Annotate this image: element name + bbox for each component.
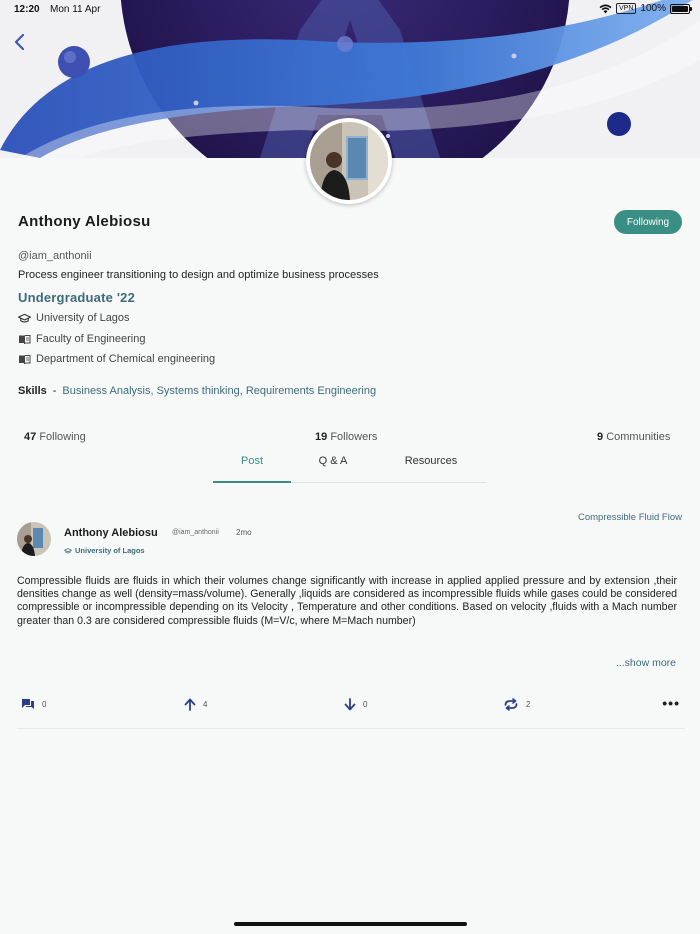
tab-post[interactable]: Post: [213, 455, 291, 483]
followers-stat[interactable]: 19 Followers: [315, 431, 377, 443]
profile-name: Anthony Alebiosu: [18, 213, 151, 230]
show-more-link[interactable]: ...show more: [616, 657, 676, 669]
university-label: University of Lagos: [36, 312, 130, 324]
profile-tabs: Post Q & A Resources: [213, 455, 487, 483]
communities-count: 9: [597, 431, 604, 443]
department-row: Department of Chemical engineering: [18, 353, 215, 365]
upvote-count: 4: [203, 700, 208, 709]
wifi-icon: [599, 4, 612, 13]
repost-icon: [504, 698, 518, 711]
skills-label: Skills: [18, 385, 47, 397]
post-divider: [17, 728, 685, 729]
post-author-name[interactable]: Anthony Alebiosu: [64, 527, 158, 539]
status-bar: 12:20 Mon 11 Apr VPN 100%: [0, 0, 700, 20]
arrow-down-icon: [344, 698, 356, 711]
profile-bio: Process engineer transitioning to design…: [18, 269, 379, 281]
back-button[interactable]: [10, 30, 32, 54]
more-options-button[interactable]: •••: [662, 696, 680, 710]
comment-icon: [22, 699, 34, 709]
following-button[interactable]: Following: [614, 210, 682, 234]
status-right: VPN 100%: [599, 3, 692, 14]
chevron-left-icon: [14, 33, 25, 51]
skills-dash: -: [52, 385, 57, 397]
profile-avatar: [306, 118, 392, 204]
communities-stat-label: Communities: [606, 431, 671, 443]
skills-row: Skills - Business Analysis, Systems thinki…: [18, 385, 376, 397]
upvote-button[interactable]: 4: [184, 698, 207, 711]
status-time: 12:20: [14, 4, 40, 15]
graduation-cap-icon: [18, 313, 31, 324]
faculty-label: Faculty of Engineering: [36, 333, 146, 345]
avatar-photo: [310, 122, 388, 200]
followers-stat-label: Followers: [330, 431, 378, 443]
battery-percent: 100%: [640, 3, 666, 14]
downvote-button[interactable]: 0: [344, 698, 367, 711]
following-count: 47: [24, 431, 37, 443]
arrow-up-icon: [184, 698, 196, 711]
communities-stat[interactable]: 9 Communities: [597, 431, 670, 443]
book-icon: [18, 334, 31, 345]
post-timestamp: 2mo: [236, 528, 252, 537]
status-date: Mon 11 Apr: [50, 4, 101, 15]
battery-icon: [670, 3, 692, 14]
post-author-avatar[interactable]: [17, 522, 51, 556]
book-icon: [18, 354, 31, 365]
post-author-handle: @iam_anthonii: [172, 529, 219, 536]
tab-qa[interactable]: Q & A: [301, 455, 365, 483]
post-topic-tag[interactable]: Compressible Fluid Flow: [578, 512, 682, 523]
repost-count: 2: [526, 700, 531, 709]
home-indicator[interactable]: [234, 922, 467, 926]
skills-value: Business Analysis, Systems thinking, Req…: [62, 385, 377, 397]
department-label: Department of Chemical engineering: [36, 353, 216, 365]
followers-count: 19: [315, 431, 328, 443]
post-university-label: University of Lagos: [75, 546, 145, 555]
faculty-row: Faculty of Engineering: [18, 333, 145, 345]
vpn-badge: VPN: [616, 3, 637, 14]
following-stat-label: Following: [39, 431, 86, 443]
profile-year: Undergraduate '22: [18, 290, 136, 305]
downvote-count: 0: [363, 700, 368, 709]
post-university: University of Lagos: [64, 546, 145, 555]
comment-count: 0: [42, 699, 47, 709]
comment-button[interactable]: 0: [21, 698, 46, 710]
post-body: Compressible fluids are fluids in which …: [17, 575, 677, 627]
following-stat[interactable]: 47 Following: [24, 431, 86, 443]
tab-resources[interactable]: Resources: [383, 455, 479, 483]
repost-button[interactable]: 2: [503, 698, 530, 711]
graduation-cap-icon: [64, 547, 72, 553]
university-row: University of Lagos: [18, 312, 130, 324]
profile-handle: @iam_anthonii: [18, 250, 92, 262]
